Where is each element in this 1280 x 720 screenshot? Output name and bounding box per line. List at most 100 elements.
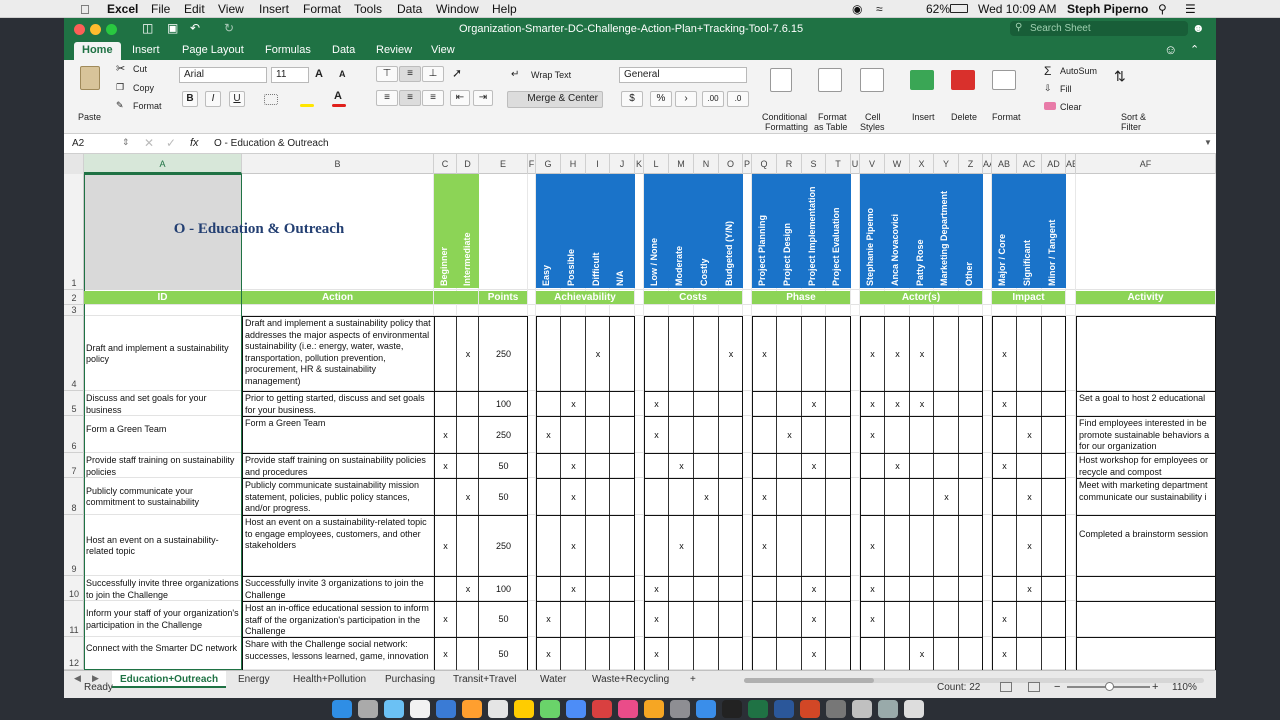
wifi-icon[interactable]: ≈ <box>876 2 883 16</box>
insert-cells-label[interactable]: Insert <box>912 112 935 122</box>
achievability-cell[interactable] <box>586 583 610 585</box>
zoom-level[interactable]: 110% <box>1172 682 1197 693</box>
achievability-cell[interactable] <box>586 429 610 431</box>
achievability-cell[interactable] <box>610 460 635 462</box>
sort-filter-label-1[interactable]: Sort & <box>1121 112 1146 122</box>
id-cell[interactable]: Successfully invite three organizations … <box>85 577 241 600</box>
sheet-tab-water[interactable]: Water <box>532 671 574 688</box>
comma-button[interactable]: › <box>675 91 697 107</box>
impact-cell[interactable]: x <box>992 398 1017 412</box>
actor-cell[interactable] <box>959 460 983 462</box>
achievability-cell[interactable] <box>586 613 610 615</box>
notes-icon[interactable] <box>462 700 482 718</box>
action-cell[interactable]: Successfully invite 3 organizations to j… <box>244 577 433 600</box>
column-header-ad[interactable]: AD <box>1042 154 1066 174</box>
align-top-icon[interactable]: ⊤ <box>376 66 398 82</box>
increase-decimal-button[interactable]: .00 <box>702 91 724 107</box>
row-header-4[interactable]: 4 <box>64 316 84 391</box>
tab-home[interactable]: Home <box>74 42 121 60</box>
row-header-10[interactable]: 10 <box>64 576 84 601</box>
cost-cell[interactable]: x <box>644 613 669 627</box>
phase-cell[interactable] <box>802 429 826 431</box>
appstore-icon[interactable] <box>696 700 716 718</box>
phase-cell[interactable] <box>802 491 826 493</box>
phase-cell[interactable] <box>802 348 826 350</box>
impact-cell[interactable] <box>992 583 1017 585</box>
row-header-12[interactable]: 12 <box>64 637 84 670</box>
minimize-button[interactable] <box>90 24 101 35</box>
actor-cell[interactable]: x <box>885 460 910 474</box>
achievability-cell[interactable] <box>536 460 561 462</box>
cost-cell[interactable] <box>719 429 743 431</box>
launchpad-icon[interactable] <box>358 700 378 718</box>
autosum-label[interactable]: AutoSum <box>1060 66 1097 76</box>
menu-window[interactable]: Window <box>436 2 479 16</box>
cost-cell[interactable]: x <box>644 583 669 597</box>
achievability-cell[interactable] <box>610 348 635 350</box>
column-header-h[interactable]: H <box>561 154 586 174</box>
increase-indent-icon[interactable]: ⇥ <box>473 90 493 106</box>
column-header-n[interactable]: N <box>694 154 719 174</box>
column-header-af[interactable]: AF <box>1076 154 1216 174</box>
achievability-cell[interactable] <box>586 648 610 650</box>
impact-cell[interactable]: x <box>992 613 1017 627</box>
cost-cell[interactable] <box>719 613 743 615</box>
cost-cell[interactable] <box>669 648 694 650</box>
column-header-v[interactable]: V <box>860 154 885 174</box>
borders-icon[interactable] <box>264 94 278 105</box>
news-icon[interactable] <box>592 700 612 718</box>
column-header-f[interactable]: F <box>528 154 536 174</box>
number-format-select[interactable]: General <box>619 67 747 83</box>
control-center-icon[interactable]: ☰ <box>1185 2 1196 16</box>
column-header-i[interactable]: I <box>586 154 610 174</box>
phase-cell[interactable] <box>752 460 777 462</box>
cost-cell[interactable] <box>719 540 743 542</box>
achievability-cell[interactable] <box>586 460 610 462</box>
decrease-indent-icon[interactable]: ⇤ <box>450 90 470 106</box>
paste-icon[interactable] <box>80 66 100 90</box>
actor-cell[interactable] <box>910 491 934 493</box>
sort-filter-icon[interactable]: ⇅ <box>1114 68 1126 85</box>
column-header-t[interactable]: T <box>826 154 851 174</box>
points-cell[interactable]: 100 <box>479 583 528 597</box>
grow-font-button[interactable]: A <box>315 68 323 80</box>
phase-cell[interactable] <box>826 460 851 462</box>
column-header-e[interactable]: E <box>479 154 528 174</box>
column-header-ae[interactable]: AE <box>1066 154 1076 174</box>
format-as-table-label-1[interactable]: Format <box>818 112 847 122</box>
achievability-cell[interactable]: x <box>561 398 586 412</box>
phase-cell[interactable] <box>826 398 851 400</box>
action-cell[interactable]: Form a Green Team <box>244 417 433 452</box>
column-header-r[interactable]: R <box>777 154 802 174</box>
phase-cell[interactable]: x <box>802 460 826 474</box>
cost-cell[interactable] <box>694 398 719 400</box>
phase-cell[interactable] <box>826 540 851 542</box>
actor-cell[interactable] <box>910 429 934 431</box>
cost-cell[interactable] <box>644 348 669 350</box>
actor-cell[interactable]: x <box>860 398 885 412</box>
intermediate-cell[interactable]: x <box>457 491 479 505</box>
conditional-formatting-label-1[interactable]: Conditional <box>762 112 807 122</box>
select-all-corner[interactable] <box>64 154 84 174</box>
sheet-tab-transit-travel[interactable]: Transit+Travel <box>445 671 524 688</box>
actor-cell[interactable]: x <box>885 348 910 362</box>
paste-label[interactable]: Paste <box>78 112 101 122</box>
action-cell[interactable]: Prior to getting started, discuss and se… <box>244 392 433 415</box>
actor-cell[interactable] <box>959 613 983 615</box>
points-cell[interactable]: 50 <box>479 613 528 627</box>
delete-cells-icon[interactable] <box>951 70 975 90</box>
sheet-tab-health-pollution[interactable]: Health+Pollution <box>285 671 374 688</box>
column-header-u[interactable]: U <box>851 154 860 174</box>
achievability-cell[interactable] <box>536 398 561 400</box>
phase-cell[interactable] <box>826 583 851 585</box>
column-header-w[interactable]: W <box>885 154 910 174</box>
row-header-11[interactable]: 11 <box>64 601 84 637</box>
activity-cell[interactable]: Host workshop for employees or recycle a… <box>1078 454 1216 477</box>
bold-button[interactable]: B <box>182 91 198 107</box>
cell-styles-label-2[interactable]: Styles <box>860 122 885 132</box>
font-name-select[interactable]: Arial <box>179 67 267 83</box>
clear-label[interactable]: Clear <box>1060 102 1082 112</box>
user-name[interactable]: Steph Piperno <box>1067 2 1148 16</box>
format-painter-icon[interactable]: ✎ <box>116 100 124 111</box>
impact-cell[interactable]: x <box>992 348 1017 362</box>
